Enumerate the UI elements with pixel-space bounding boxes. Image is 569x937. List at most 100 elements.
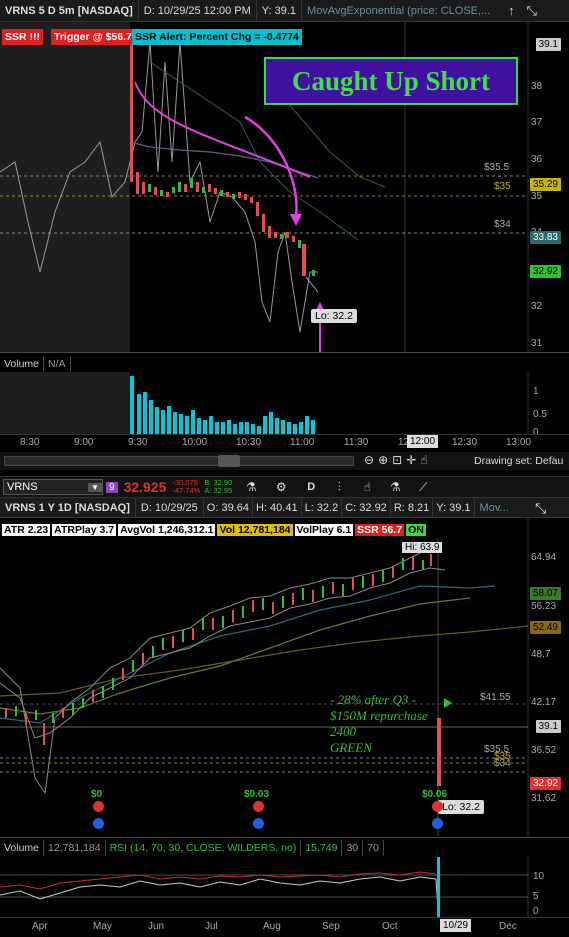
bottom-xtick: Sep <box>322 921 340 932</box>
bottom-low: L: 32.2 <box>302 497 343 518</box>
hi-label: Hi: 63.9 <box>402 542 443 553</box>
bottom-price-box-52-49: 52.49 <box>529 621 561 634</box>
rsi-label[interactable]: RSI (14, 70, 30, CLOSE, WILDERS, no) <box>106 840 302 856</box>
symbol-input-value: VRNS <box>7 481 38 493</box>
on-label: ON <box>406 524 426 536</box>
top-ytick: 38 <box>531 81 543 92</box>
top-xtick: 8:30 <box>20 437 40 448</box>
gear-icon[interactable]: ⚙ <box>270 480 292 494</box>
top-ytick: 36 <box>531 154 543 165</box>
zoom-fit-icon[interactable]: ⊡ <box>392 453 402 467</box>
bottom-level-34: $34 <box>494 758 511 769</box>
top-xtick: 10:00 <box>182 437 208 448</box>
top-ytick: 35 <box>531 191 543 202</box>
top-chart-header: VRNS 5 D 5m [NASDAQ] D: 10/29/25 12:00 P… <box>0 0 569 22</box>
earnings-phone-icon[interactable] <box>93 801 104 812</box>
ssr-label: SSR 56.7 <box>355 524 405 536</box>
volplay-label: VolPlay 6.1 <box>294 524 354 536</box>
bottom-xtick: Jul <box>205 921 218 932</box>
price-box-last: 32.92 <box>529 265 561 278</box>
bottom-xtick: Dec <box>499 921 517 932</box>
zoom-in-icon[interactable]: ⊕ <box>378 453 388 467</box>
vol-label: Vol 12,781,184 <box>217 524 293 536</box>
scroll-thumb[interactable] <box>218 455 240 467</box>
bottom-date: D: 10/29/25 <box>136 497 204 518</box>
bottom-open: O: 39.64 <box>204 497 253 518</box>
ask-value: A: 32.95 <box>204 486 233 495</box>
candle-style-icon[interactable]: ⫶ <box>328 480 350 495</box>
note-line: GREEN <box>330 740 372 755</box>
top-level-35: $35 <box>494 181 511 192</box>
bottom-collapse-icon[interactable]: ⤡ <box>535 500 546 517</box>
bottom-volume-value: 12,781,184 <box>44 840 106 856</box>
zoom-out-icon[interactable]: ⊖ <box>364 453 374 467</box>
symbol-input[interactable]: VRNS ▼ <box>3 479 103 495</box>
change-pct: -47.74% <box>172 486 201 495</box>
top-level-35-5: $35.5 <box>484 162 510 173</box>
bottom-ytick: 64.94 <box>531 552 557 563</box>
collapse-icon[interactable]: ⤡ <box>527 3 537 19</box>
bottom-xtick: Apr <box>32 921 48 932</box>
bottom-ytick: 42.17 <box>531 697 557 708</box>
avgvol-label: AvgVol 1,246,312.1 <box>118 524 216 536</box>
bottom-price-box-last: 32.92 <box>529 777 561 790</box>
bottom-high: H: 40.41 <box>253 497 302 518</box>
bottom-price-box-39-1: 39.1 <box>535 720 561 733</box>
bottom-volume-header: Volume 12,781,184 RSI (14, 70, 30, CLOSE… <box>0 839 384 857</box>
info-bulb-icon[interactable] <box>93 818 104 829</box>
top-scrollbar[interactable] <box>4 456 354 466</box>
ssr-tag: SSR !!! <box>2 29 43 45</box>
last-price: 32.925 <box>123 479 167 495</box>
top-xtick: 9:00 <box>74 437 94 448</box>
rsi-tick: 0 <box>533 906 539 917</box>
note-line: $150M repurchase <box>330 708 428 723</box>
rsi-low: 70 <box>363 840 384 856</box>
bottom-level-41-55: $41.55 <box>480 692 511 703</box>
top-ytick: 32 <box>531 301 543 312</box>
rsi-high: 30 <box>342 840 364 856</box>
drawing-set[interactable]: Drawing set: Defau <box>474 455 563 467</box>
top-symbol[interactable]: VRNS 5 D 5m [NASDAQ] <box>0 0 139 22</box>
crosshair-icon[interactable]: ✛ <box>406 453 416 467</box>
bottom-x-highlight: 10/29 <box>440 919 472 932</box>
pointer-icon[interactable]: ☝ <box>356 480 378 494</box>
bottom-ytick: 48.7 <box>531 649 551 660</box>
top-volume-label: Volume <box>0 356 45 372</box>
bottom-xtick: Oct <box>382 921 398 932</box>
bottom-chart-header: VRNS 1 Y 1D [NASDAQ] D: 10/29/25 O: 39.6… <box>0 497 569 518</box>
bottom-price-box-58-07: 58.07 <box>529 587 561 600</box>
bottom-study[interactable]: Mov... <box>475 498 514 518</box>
top-datetime: D: 10/29/25 12:00 PM <box>139 0 257 22</box>
top-volume-value: N/A <box>44 356 71 372</box>
bottom-xtick: Aug <box>263 921 281 932</box>
top-y-value: Y: 39.1 <box>257 0 303 22</box>
study-flask-icon[interactable]: ⚗ <box>384 480 406 494</box>
rsi-value: 15.749 <box>301 840 343 856</box>
dividend-label: $0.03 <box>244 789 270 800</box>
info-bulb-icon[interactable] <box>253 818 264 829</box>
ssr-alert-tag: SSR Alert: Percent Chg = -0.4774 <box>132 29 302 45</box>
bottom-range: R: 8.21 <box>391 497 434 518</box>
drawing-icon[interactable]: ⟋ <box>412 480 434 495</box>
price-box-33-83: 33.83 <box>529 231 561 244</box>
bottom-y: Y: 39.1 <box>433 497 475 518</box>
earnings-phone-icon[interactable] <box>253 801 264 812</box>
study-labels: ATR 2.23 ATRPlay 3.7 AvgVol 1,246,312.1 … <box>2 524 426 536</box>
arrow-up-icon[interactable]: ↑ <box>508 3 515 19</box>
period-selector[interactable]: D <box>300 481 322 493</box>
symbol-toolbar: VRNS ▼ 9 32.925 -30.075 -47.74% B: 32.90… <box>0 476 569 498</box>
earnings-phone-icon[interactable] <box>432 801 443 812</box>
flask-icon[interactable]: ⚗ <box>240 480 262 494</box>
top-study[interactable]: MovAvgExponential (price: CLOSE,... <box>302 0 495 22</box>
top-level-34: $34 <box>494 219 511 230</box>
bottom-ytick: 36.52 <box>531 745 557 756</box>
dividend-label: $0 <box>91 789 103 800</box>
dropdown-icon[interactable]: ▼ <box>88 482 102 492</box>
info-bulb-icon[interactable] <box>432 818 443 829</box>
link-badge[interactable]: 9 <box>106 481 118 493</box>
bottom-lo-label: Lo: 32.2 <box>438 800 484 814</box>
bottom-price-chart[interactable] <box>0 518 569 836</box>
hand-icon[interactable]: ☝ <box>420 453 427 467</box>
top-low-label: Lo: 32.2 <box>311 309 357 323</box>
bottom-symbol[interactable]: VRNS 1 Y 1D [NASDAQ] <box>0 497 136 518</box>
